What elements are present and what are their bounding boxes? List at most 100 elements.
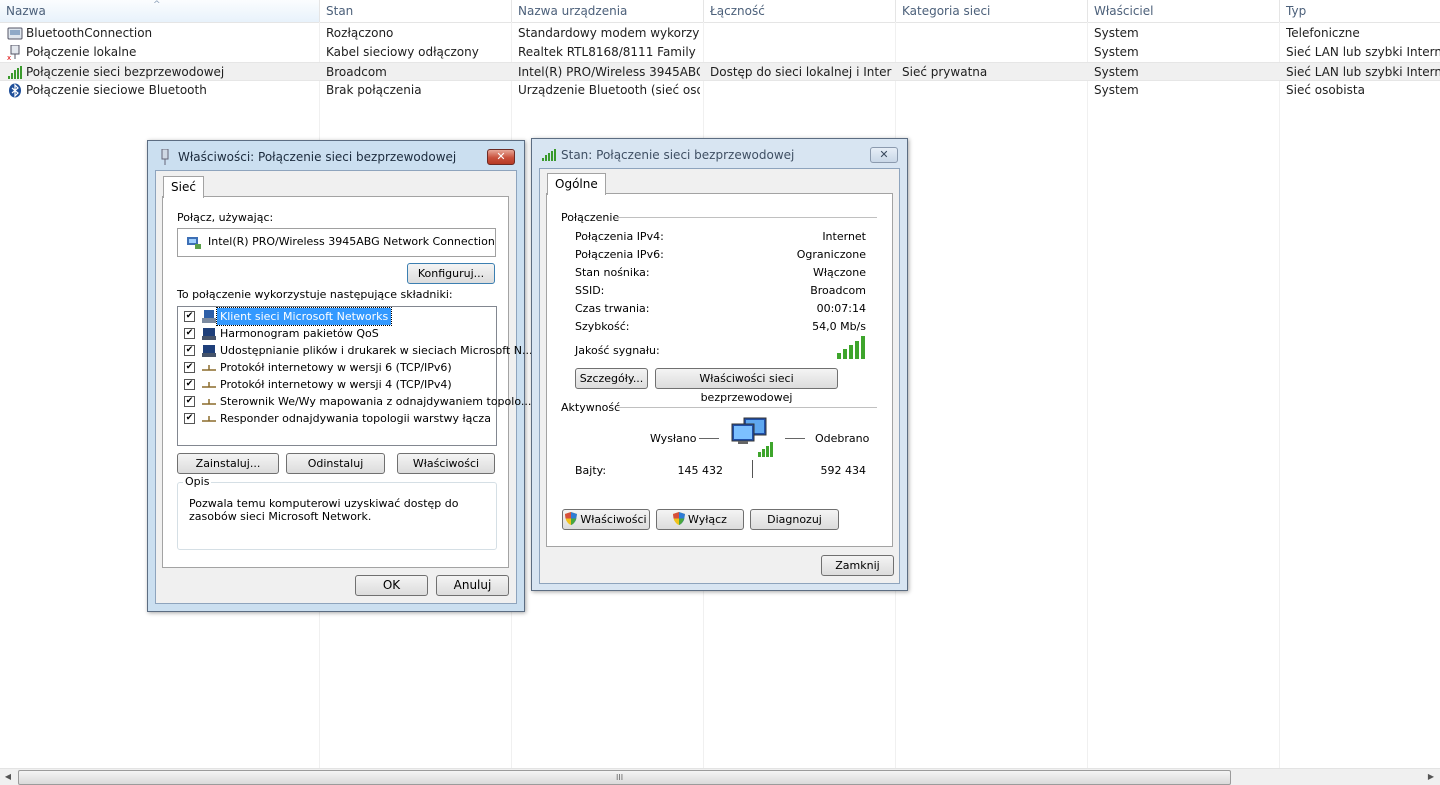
component-label: Udostępnianie plików i drukarek w siecia… xyxy=(220,344,533,357)
column-header-device[interactable]: Nazwa urządzenia xyxy=(512,0,704,22)
configure-button[interactable]: Konfiguruj... xyxy=(407,263,495,284)
bytes-divider xyxy=(752,460,753,478)
ipv4-label: Połączenia IPv4: xyxy=(575,230,664,243)
modem-icon xyxy=(7,27,23,40)
network-computers-icon xyxy=(731,417,773,457)
service-icon xyxy=(202,345,216,357)
client-network-icon xyxy=(202,310,216,323)
connect-using-label: Połącz, używając: xyxy=(177,211,274,224)
bluetooth-icon xyxy=(9,83,21,98)
column-header-category[interactable]: Kategoria sieci xyxy=(896,0,1088,22)
column-header-bar: Nazwa ^ Stan Nazwa urządzenia Łączność Ka… xyxy=(0,0,1440,23)
table-row[interactable]: BluetoothConnection Rozłączono Standardo… xyxy=(0,24,1440,43)
column-header-name[interactable]: Nazwa ^ xyxy=(0,0,320,22)
checkbox[interactable]: ✔ xyxy=(184,311,195,322)
column-divider xyxy=(1087,22,1088,768)
details-button[interactable]: Szczegóły... xyxy=(575,368,648,389)
install-button[interactable]: Zainstaluj... xyxy=(177,453,279,474)
connection-status: Kabel sieciowy odłączony xyxy=(326,45,479,59)
column-divider xyxy=(1279,22,1280,768)
properties-button[interactable]: Właściwości xyxy=(562,509,650,530)
tab-panel: Połączenie Połączenia IPv4: Internet Poł… xyxy=(546,193,893,547)
tab-network[interactable]: Sieć xyxy=(163,176,204,198)
section-divider xyxy=(615,217,877,218)
duration-label: Czas trwania: xyxy=(575,302,650,315)
cancel-button[interactable]: Anuluj xyxy=(436,575,509,596)
connection-section-label: Połączenie xyxy=(561,211,620,224)
column-header-connectivity[interactable]: Łączność xyxy=(704,0,896,22)
wifi-signal-icon xyxy=(542,149,556,161)
wireless-properties-button[interactable]: Właściwości sieci bezprzewodowej xyxy=(655,368,838,404)
connection-status: Brak połączenia xyxy=(326,83,422,97)
close-button[interactable]: ✕ xyxy=(870,147,898,163)
media-state-label: Stan nośnika: xyxy=(575,266,650,279)
component-label: Harmonogram pakietów QoS xyxy=(220,327,379,340)
adapter-name: Intel(R) PRO/Wireless 3945ABG Network Co… xyxy=(208,235,495,248)
ok-button[interactable]: OK xyxy=(355,575,428,596)
table-row-selected[interactable]: Połączenie sieci bezprzewodowej Broadcom… xyxy=(0,62,1440,81)
description-text: Pozwala temu komputerowi uzyskiwać dostę… xyxy=(189,497,459,523)
connection-name: Połączenie sieci bezprzewodowej xyxy=(26,65,225,79)
uninstall-button[interactable]: Odinstaluj xyxy=(286,453,385,474)
close-dialog-button[interactable]: Zamknij xyxy=(821,555,894,576)
connection-name: Połączenie sieciowe Bluetooth xyxy=(26,83,207,97)
scroll-right-icon[interactable]: ▶ xyxy=(1425,771,1437,783)
duration-value: 00:07:14 xyxy=(816,302,866,315)
scrollbar-thumb[interactable]: III xyxy=(18,770,1231,785)
table-row[interactable]: Połączenie sieciowe Bluetooth Brak połąc… xyxy=(0,81,1440,100)
checkbox[interactable]: ✔ xyxy=(184,379,195,390)
column-header-type[interactable]: Typ xyxy=(1280,0,1440,22)
column-header-owner[interactable]: Właściciel xyxy=(1088,0,1280,22)
connection-device: Urządzenie Bluetooth (sieć osob... xyxy=(518,83,700,97)
bytes-received-value: 592 434 xyxy=(820,464,867,477)
components-list[interactable]: ✔ Klient sieci Microsoft Networks ✔ Harmon… xyxy=(177,306,532,446)
horizontal-scrollbar[interactable]: ◀ III ▶ xyxy=(0,768,1440,785)
connection-type: Sieć osobista xyxy=(1286,83,1365,97)
properties-button-label: Właściwości xyxy=(580,513,647,526)
checkbox[interactable]: ✔ xyxy=(184,345,195,356)
uac-shield-icon xyxy=(565,512,578,525)
component-label: Responder odnajdywania topologii warstwy… xyxy=(220,412,491,425)
close-button[interactable]: ✕ xyxy=(487,149,515,165)
component-properties-button[interactable]: Właściwości xyxy=(397,453,495,474)
properties-dialog: Właściwości: Połączenie sieci bezprzewod… xyxy=(147,140,532,612)
scrollbar-grip: III xyxy=(616,773,624,782)
disable-button[interactable]: Wyłącz xyxy=(656,509,744,530)
ipv6-label: Połączenia IPv6: xyxy=(575,248,664,261)
connection-owner: System xyxy=(1094,83,1139,97)
tab-general[interactable]: Ogólne xyxy=(547,173,606,195)
connection-type: Telefoniczne xyxy=(1286,26,1360,40)
connection-owner: System xyxy=(1094,26,1139,40)
disable-button-label: Wyłącz xyxy=(688,513,727,526)
component-label: Sterownik We/Wy mapowania z odnajdywanie… xyxy=(220,395,532,408)
checkbox[interactable]: ✔ xyxy=(184,328,195,339)
section-divider xyxy=(617,407,877,408)
service-icon xyxy=(202,328,216,340)
connection-device: Intel(R) PRO/Wireless 3945ABG ... xyxy=(518,65,700,79)
connection-type: Sieć LAN lub szybki Internet xyxy=(1286,45,1440,59)
adapter-field: Intel(R) PRO/Wireless 3945ABG Network Co… xyxy=(177,228,496,257)
checkbox[interactable]: ✔ xyxy=(184,413,195,424)
protocol-icon xyxy=(202,382,216,388)
diagnose-button[interactable]: Diagnozuj xyxy=(750,509,839,530)
connection-owner: System xyxy=(1094,45,1139,59)
connection-status: Rozłączono xyxy=(326,26,394,40)
dialog-body: Sieć Połącz, używając: Intel(R) PRO/Wire… xyxy=(155,170,532,604)
connection-status: Broadcom xyxy=(326,65,387,79)
column-header-status[interactable]: Stan xyxy=(320,0,512,22)
dialog-body: Ogólne Połączenie Połączenia IPv4: Inter… xyxy=(539,168,900,584)
sent-line xyxy=(699,438,719,439)
ethernet-disconnected-icon: x xyxy=(7,45,20,60)
connection-device: Realtek RTL8168/8111 Family P... xyxy=(518,45,700,59)
sent-label: Wysłano xyxy=(650,432,697,445)
connection-device: Standardowy modem wykorzyst... xyxy=(518,26,700,40)
status-dialog: Stan: Połączenie sieci bezprzewodowej ✕ … xyxy=(531,138,908,591)
network-adapter-icon xyxy=(161,149,169,165)
table-row[interactable]: x Połączenie lokalne Kabel sieciowy odłą… xyxy=(0,43,1440,62)
checkbox[interactable]: ✔ xyxy=(184,396,195,407)
ssid-label: SSID: xyxy=(575,284,605,297)
checkbox[interactable]: ✔ xyxy=(184,362,195,373)
bytes-label: Bajty: xyxy=(575,464,607,477)
scroll-left-icon[interactable]: ◀ xyxy=(2,771,14,783)
component-label: Klient sieci Microsoft Networks xyxy=(215,307,393,326)
